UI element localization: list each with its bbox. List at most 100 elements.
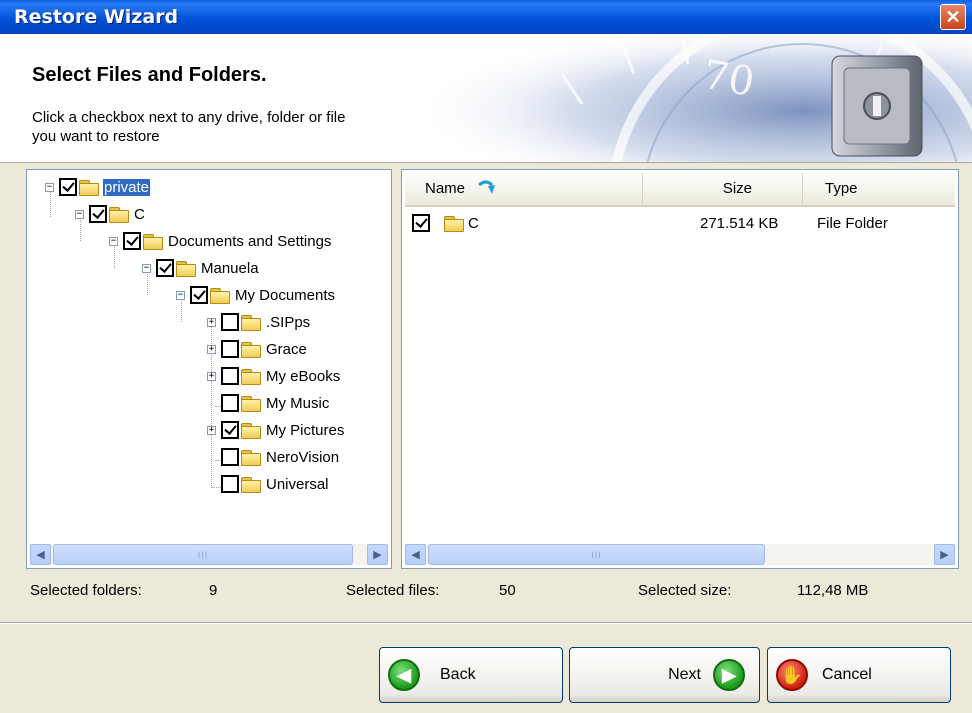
column-header-name[interactable]: Name xyxy=(405,173,643,205)
tree-item[interactable]: + My Pictures xyxy=(207,419,345,441)
column-header-type[interactable]: Type xyxy=(803,173,955,205)
collapse-icon[interactable]: − xyxy=(45,182,54,192)
divider xyxy=(0,622,972,624)
tree-checkbox[interactable] xyxy=(221,340,239,358)
arrow-right-icon: ▶ xyxy=(940,549,949,561)
column-size-label: Size xyxy=(722,180,752,197)
expand-icon[interactable]: + xyxy=(207,317,216,327)
scroll-grip-icon: III xyxy=(197,549,209,560)
selected-folders-value: 9 xyxy=(209,582,218,599)
tree-item-label: My Music xyxy=(266,394,330,412)
arrow-right-icon: ▶ xyxy=(373,549,382,561)
tree-item[interactable]: − private xyxy=(45,176,151,198)
tree-checkbox[interactable] xyxy=(156,259,174,277)
arrow-left-icon: ◀ xyxy=(411,549,420,561)
column-header-size[interactable]: Size xyxy=(643,173,803,205)
scroll-right-button[interactable]: ▶ xyxy=(934,544,955,565)
tree-item-label: My Pictures xyxy=(266,421,345,439)
tree-checkbox[interactable] xyxy=(221,367,239,385)
tree-item[interactable]: Universal xyxy=(207,473,330,495)
tree-checkbox[interactable] xyxy=(221,448,239,466)
tree-checkbox[interactable] xyxy=(59,178,77,196)
close-button[interactable]: ✕ xyxy=(940,4,966,30)
list-row[interactable]: C 271.514 KB File Folder xyxy=(412,212,952,234)
tree-item-label: Manuela xyxy=(201,259,259,277)
back-label: Back xyxy=(440,666,476,683)
scroll-right-button[interactable]: ▶ xyxy=(367,544,388,565)
file-list[interactable]: Name Size Type C 271.514 KB File Folder … xyxy=(401,169,959,569)
collapse-icon[interactable]: − xyxy=(176,290,185,300)
tree-item-label: Universal xyxy=(266,475,329,493)
collapse-icon[interactable]: − xyxy=(109,236,118,246)
tree-item-label: My eBooks xyxy=(266,367,341,385)
tree-checkbox[interactable] xyxy=(190,286,208,304)
folder-tree[interactable]: − private − C − Documents and Settings −… xyxy=(26,169,392,569)
scroll-thumb[interactable]: III xyxy=(53,544,353,565)
tree-item-label: Grace xyxy=(266,340,307,358)
expand-icon[interactable]: + xyxy=(207,344,216,354)
scroll-grip-icon: III xyxy=(591,549,602,560)
row-type: File Folder xyxy=(817,214,888,232)
sort-arrow-icon xyxy=(478,180,495,194)
expand-icon[interactable]: + xyxy=(207,371,216,381)
scroll-left-button[interactable]: ◀ xyxy=(30,544,51,565)
tree-item[interactable]: NeroVision xyxy=(207,446,340,468)
tree-item[interactable]: − Documents and Settings xyxy=(109,230,332,252)
tree-item-label: My Documents xyxy=(235,286,336,304)
tree-checkbox[interactable] xyxy=(221,475,239,493)
folder-icon xyxy=(444,215,464,232)
tree-item-label: .SIPps xyxy=(266,313,311,331)
tree-horizontal-scrollbar[interactable]: ◀ III ▶ xyxy=(30,544,388,565)
open-folder-icon xyxy=(79,179,99,196)
tree-item[interactable]: + .SIPps xyxy=(207,311,311,333)
cancel-button[interactable]: ✋ Cancel xyxy=(767,647,951,703)
subtitle-line-2: you want to restore xyxy=(32,128,160,145)
folder-icon xyxy=(241,449,261,466)
page-title: Select Files and Folders. xyxy=(32,64,267,86)
folder-icon xyxy=(109,206,129,223)
tree-checkbox[interactable] xyxy=(221,313,239,331)
collapse-icon[interactable]: − xyxy=(75,209,84,219)
selected-files-value: 50 xyxy=(499,582,516,599)
folder-icon xyxy=(241,341,261,358)
arrow-left-icon: ◀ xyxy=(36,549,45,561)
stop-hand-icon: ✋ xyxy=(776,659,808,691)
row-checkbox[interactable] xyxy=(412,214,430,232)
tree-item[interactable]: − C xyxy=(75,203,146,225)
expand-icon[interactable]: + xyxy=(207,425,216,435)
subtitle-line-1: Click a checkbox next to any drive, fold… xyxy=(32,109,346,126)
folder-icon xyxy=(176,260,196,277)
list-horizontal-scrollbar[interactable]: ◀ III ▶ xyxy=(405,544,955,565)
next-label: Next xyxy=(668,666,701,683)
selected-size-value: 112,48 MB xyxy=(797,582,869,599)
tree-item[interactable]: + My eBooks xyxy=(207,365,341,387)
back-button[interactable]: ◀ Back xyxy=(379,647,563,703)
cancel-label: Cancel xyxy=(822,666,872,683)
scroll-thumb[interactable]: III xyxy=(428,544,765,565)
selected-folders-label: Selected folders: xyxy=(30,582,142,599)
tree-item[interactable]: My Music xyxy=(207,392,330,414)
collapse-icon[interactable]: − xyxy=(142,263,151,273)
wizard-header: Select Files and Folders. Click a checkb… xyxy=(0,34,972,163)
tree-checkbox[interactable] xyxy=(221,394,239,412)
title-bar: Restore Wizard ✕ xyxy=(0,0,972,34)
tree-item[interactable]: − Manuela xyxy=(142,257,260,279)
arrow-right-icon: ▶ xyxy=(713,659,745,691)
row-name: C xyxy=(468,214,479,232)
window-title: Restore Wizard xyxy=(14,6,179,28)
tree-item[interactable]: + Grace xyxy=(207,338,308,360)
scroll-left-button[interactable]: ◀ xyxy=(405,544,426,565)
tree-checkbox[interactable] xyxy=(89,205,107,223)
tree-checkbox[interactable] xyxy=(221,421,239,439)
tree-item[interactable]: − My Documents xyxy=(176,284,336,306)
page-subtitle: Click a checkbox next to any drive, fold… xyxy=(32,108,452,146)
folder-icon xyxy=(241,314,261,331)
next-button[interactable]: Next ▶ xyxy=(569,647,760,703)
tree-checkbox[interactable] xyxy=(123,232,141,250)
folder-icon xyxy=(143,233,163,250)
tree-item-label: C xyxy=(134,205,145,223)
folder-icon xyxy=(210,287,230,304)
selected-files-label: Selected files: xyxy=(346,582,440,599)
folder-icon xyxy=(241,395,261,412)
column-type-label: Type xyxy=(825,180,858,197)
